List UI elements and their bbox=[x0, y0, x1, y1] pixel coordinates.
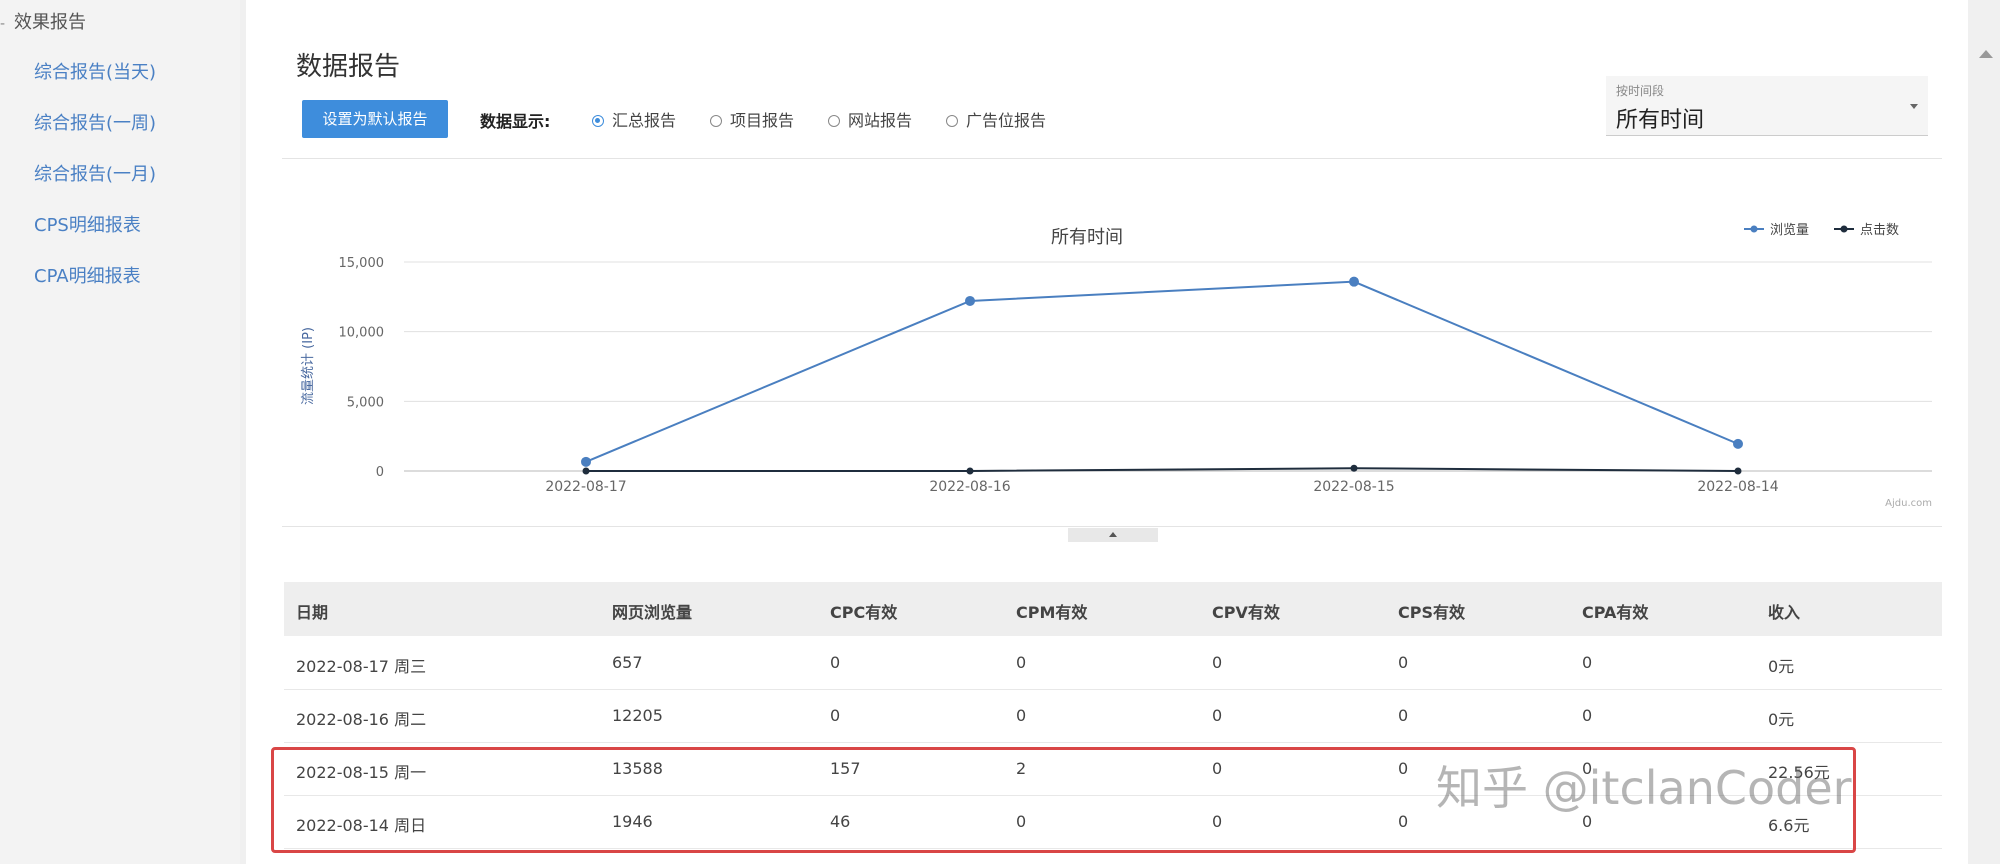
column-header-cpa: CPA有效 bbox=[1582, 603, 1649, 622]
column-header-date: 日期 bbox=[296, 603, 329, 622]
legend-label: 点击数 bbox=[1860, 223, 1899, 238]
sidebar-item-cpa-detail[interactable]: CPA明细报表 bbox=[34, 262, 141, 288]
y-axis-label: 流量统计 (IP) bbox=[301, 327, 316, 405]
sidebar-item-daily-report[interactable]: 综合报告(当天) bbox=[34, 58, 156, 84]
column-header-cpv: CPV有效 bbox=[1212, 603, 1280, 622]
data-point bbox=[1350, 464, 1358, 472]
data-point bbox=[582, 467, 590, 475]
cell-pageviews: 657 bbox=[612, 653, 643, 672]
main-panel: 数据报告 设置为默认报告 数据显示: 汇总报告 项目报告 网站报告 广告位报告 … bbox=[246, 0, 1968, 864]
cell-cpm: 0 bbox=[1016, 706, 1027, 725]
column-header-revenue: 收入 bbox=[1768, 603, 1801, 622]
x-tick-label: 2022-08-14 bbox=[1697, 479, 1778, 495]
x-tick-label: 2022-08-17 bbox=[545, 479, 626, 495]
column-header-pageviews: 网页浏览量 bbox=[612, 603, 693, 622]
chart-title: 所有时间 bbox=[1051, 227, 1123, 248]
cell-cpm: 0 bbox=[1016, 653, 1027, 672]
legend-marker bbox=[1840, 225, 1848, 233]
chart-credit: Ajdu.com bbox=[1885, 498, 1932, 509]
cell-date: 2022-08-16 周二 bbox=[296, 710, 427, 729]
scroll-up-icon[interactable] bbox=[1979, 50, 1993, 58]
cell-cpc: 0 bbox=[830, 653, 841, 672]
legend-marker bbox=[1750, 225, 1758, 233]
series-line bbox=[585, 280, 1739, 463]
y-tick-label: 10,000 bbox=[339, 326, 385, 341]
data-point bbox=[581, 456, 591, 467]
cell-cpa: 0 bbox=[1582, 653, 1593, 672]
series-line bbox=[586, 467, 1739, 472]
cell-cpv: 0 bbox=[1212, 653, 1223, 672]
divider bbox=[282, 526, 1942, 527]
table-row: 2022-08-16 周二 12205 0 0 0 0 0 0元 bbox=[284, 689, 1942, 743]
cell-date: 2022-08-17 周三 bbox=[296, 657, 427, 676]
x-tick-label: 2022-08-16 bbox=[929, 479, 1010, 495]
sidebar-item-monthly-report[interactable]: 综合报告(一月) bbox=[34, 160, 156, 186]
column-header-cpm: CPM有效 bbox=[1016, 603, 1088, 622]
data-point bbox=[966, 467, 974, 475]
sidebar: - 效果报告 综合报告(当天) 综合报告(一周) 综合报告(一月) CPS明细报表… bbox=[0, 0, 240, 864]
table-row: 2022-08-17 周三 657 0 0 0 0 0 0元 bbox=[284, 636, 1942, 690]
y-tick-label: 0 bbox=[376, 465, 384, 480]
cell-cpv: 0 bbox=[1212, 706, 1223, 725]
data-point bbox=[965, 295, 975, 306]
data-point bbox=[1734, 467, 1742, 475]
cell-cps: 0 bbox=[1398, 653, 1409, 672]
cell-pageviews: 12205 bbox=[612, 706, 663, 725]
cell-revenue: 0元 bbox=[1768, 657, 1795, 676]
collapse-dash-icon: - bbox=[0, 16, 6, 32]
data-point bbox=[1733, 438, 1743, 449]
y-tick-label: 15,000 bbox=[339, 256, 385, 271]
column-header-cpc: CPC有效 bbox=[830, 603, 898, 622]
chart-collapse-handle[interactable] bbox=[1068, 528, 1158, 542]
table-header-row: 日期 网页浏览量 CPC有效 CPM有效 CPV有效 CPS有效 CPA有效 收… bbox=[284, 582, 1942, 636]
watermark: 知乎 @itclanCoder bbox=[1436, 761, 1852, 815]
cell-revenue: 0元 bbox=[1768, 710, 1795, 729]
sidebar-section-effect-report[interactable]: - 效果报告 bbox=[0, 8, 86, 34]
column-header-cps: CPS有效 bbox=[1398, 603, 1465, 622]
data-point bbox=[1349, 276, 1359, 287]
chevron-up-icon bbox=[1109, 532, 1117, 537]
sidebar-item-cps-detail[interactable]: CPS明细报表 bbox=[34, 211, 141, 237]
scrollbar[interactable] bbox=[1968, 0, 2000, 864]
legend-label: 浏览量 bbox=[1770, 222, 1809, 238]
cell-cpc: 0 bbox=[830, 706, 841, 725]
y-tick-label: 5,000 bbox=[347, 395, 384, 410]
sidebar-section-label: 效果报告 bbox=[14, 12, 86, 33]
traffic-line-chart: 0 5,000 10,000 15,000 所有时间流量统计 (IP) 2022-08-1… bbox=[301, 222, 1932, 509]
cell-cps: 0 bbox=[1398, 706, 1409, 725]
sidebar-item-weekly-report[interactable]: 综合报告(一周) bbox=[34, 109, 156, 135]
x-tick-label: 2022-08-15 bbox=[1313, 479, 1394, 495]
cell-cpa: 0 bbox=[1582, 706, 1593, 725]
